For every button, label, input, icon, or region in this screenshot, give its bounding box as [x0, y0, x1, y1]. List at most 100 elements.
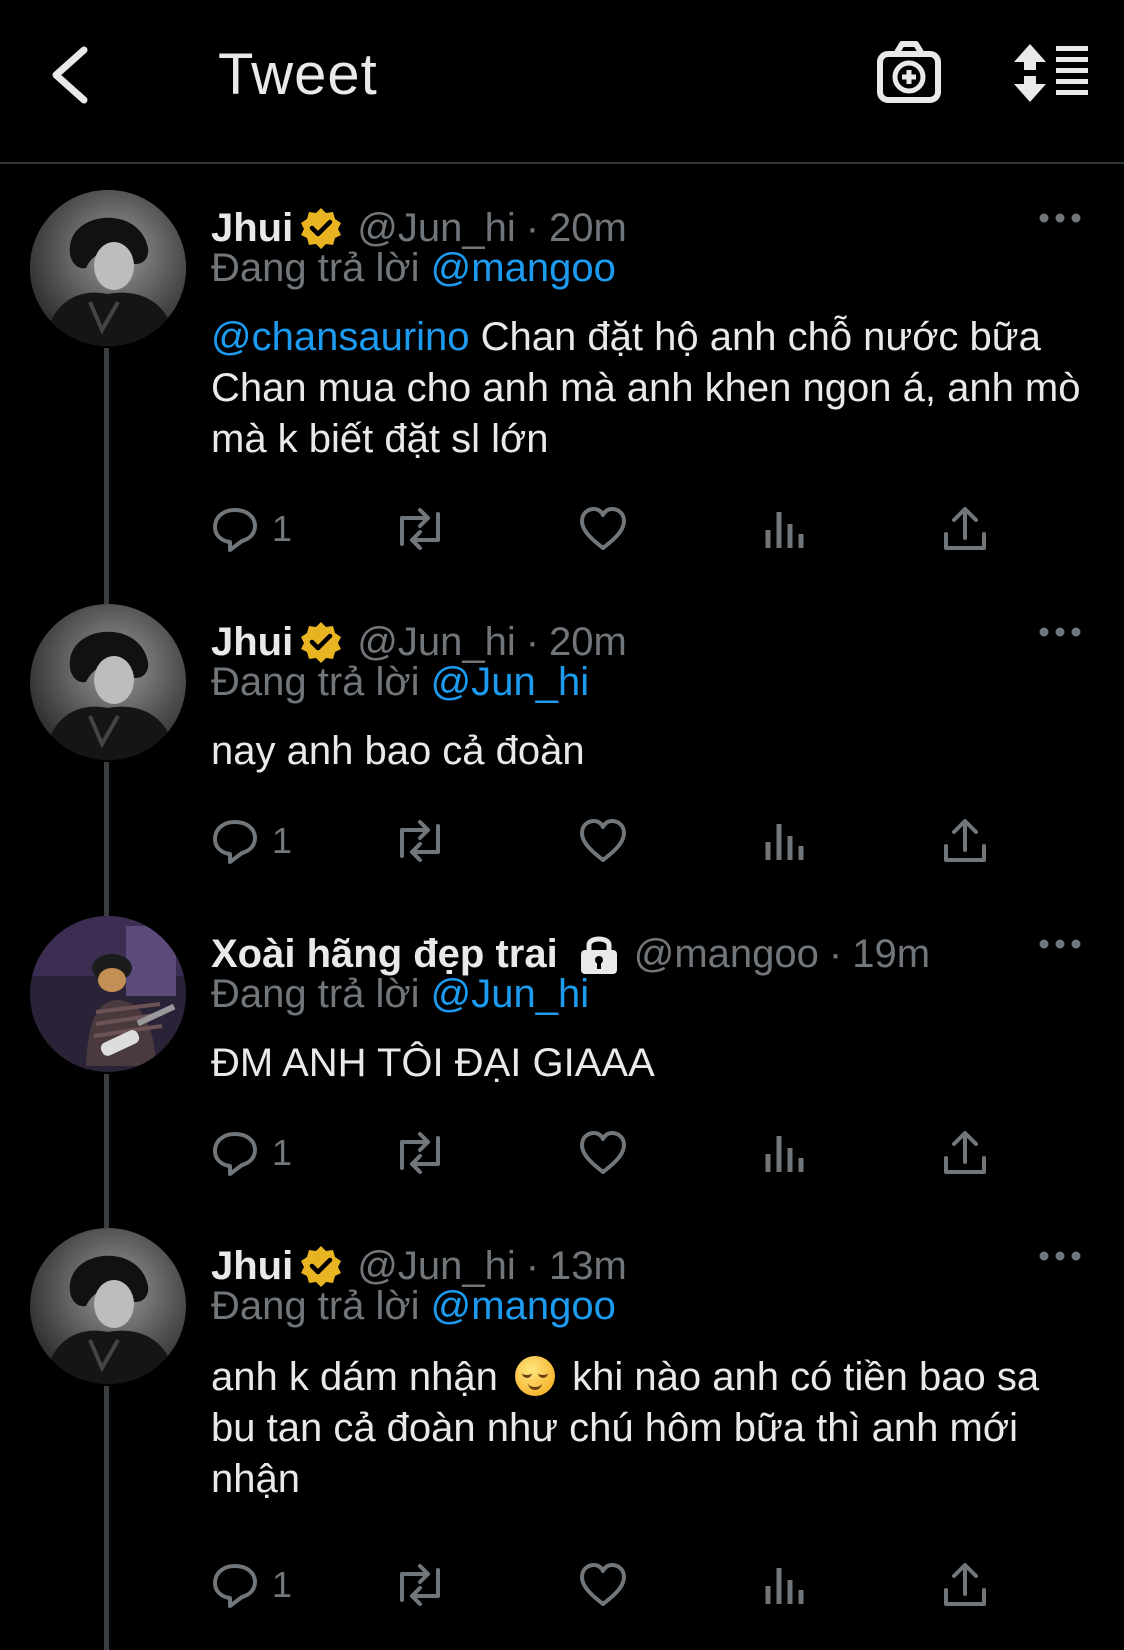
retweet-button[interactable] — [392, 1558, 448, 1612]
replying-to: Đang trả lời @mangoo — [211, 246, 616, 291]
replying-to-label: Đang trả lời — [211, 660, 420, 704]
reply-count: 1 — [272, 1564, 293, 1605]
sort-arrows-list-icon — [1014, 44, 1088, 102]
share-button[interactable] — [940, 502, 990, 556]
retweet-button[interactable] — [392, 1126, 448, 1180]
share-button[interactable] — [940, 814, 990, 868]
tweet-text: nay anh bao cả đoàn — [211, 729, 585, 773]
like-button[interactable] — [578, 814, 628, 868]
views-button[interactable] — [760, 502, 810, 556]
retweet-icon — [400, 508, 440, 550]
display-name[interactable]: Jhui — [211, 620, 293, 665]
bar-chart-icon — [765, 512, 804, 548]
reply-button[interactable]: 1 — [210, 1558, 292, 1612]
retweet-icon — [400, 820, 440, 862]
reply-count: 1 — [272, 1132, 293, 1173]
tweet-text: anh k dám nhận khi nào anh có tiền bao s… — [211, 1352, 1091, 1505]
share-button[interactable] — [940, 1558, 990, 1612]
chevron-left-icon — [52, 46, 88, 104]
replying-to: Đang trả lời @Jun_hi — [211, 660, 589, 705]
retweet-icon — [400, 1564, 440, 1606]
separator-dot: · — [525, 619, 540, 664]
sort-replies-button[interactable] — [1014, 42, 1092, 104]
user-handle[interactable]: @Jun_hi — [357, 1244, 515, 1289]
replying-to-label: Đang trả lời — [211, 1284, 420, 1328]
tweet[interactable]: Jhui @Jun_hi · 13m Đang trả lời @mangoo … — [0, 1228, 1124, 1650]
replying-to: Đang trả lời @Jun_hi — [211, 972, 589, 1017]
reply-bubble-icon — [213, 820, 257, 864]
back-button[interactable] — [40, 40, 100, 110]
heart-icon — [580, 507, 626, 550]
share-upload-icon — [944, 507, 986, 550]
more-dots-icon[interactable] — [1038, 930, 1082, 960]
retweet-button[interactable] — [392, 814, 448, 868]
user-handle[interactable]: @Jun_hi — [357, 206, 515, 251]
reply-count: 1 — [272, 820, 293, 861]
replying-to-mention[interactable]: @mangoo — [431, 246, 616, 290]
tweet[interactable]: Jhui @Jun_hi · 20m Đang trả lời @mangoo … — [0, 190, 1124, 570]
share-upload-icon — [944, 1131, 986, 1174]
tweet[interactable]: Xoài hãng đẹp trai @mangoo · 19m Đang tr… — [0, 916, 1124, 1216]
replying-to-mention[interactable]: @Jun_hi — [431, 972, 589, 1016]
tweet-text: ĐM ANH TÔI ĐẠI GIAAA — [211, 1041, 655, 1085]
views-button[interactable] — [760, 1558, 810, 1612]
top-bar: Tweet — [0, 0, 1124, 164]
separator-dot: · — [525, 1243, 540, 1288]
reply-bubble-icon — [213, 508, 257, 552]
display-name[interactable]: Jhui — [211, 206, 293, 251]
more-dots-icon[interactable] — [1038, 1242, 1082, 1272]
avatar[interactable] — [30, 190, 186, 346]
tweet-actions: 1 — [210, 1126, 1010, 1180]
reply-button[interactable]: 1 — [210, 1126, 292, 1180]
page-title: Tweet — [218, 42, 378, 107]
avatar[interactable] — [30, 604, 186, 760]
more-dots-icon[interactable] — [1038, 204, 1082, 234]
share-upload-icon — [944, 819, 986, 862]
text-mention[interactable]: @chansaurino — [211, 315, 470, 359]
avatar[interactable] — [30, 1228, 186, 1384]
user-handle[interactable]: @Jun_hi — [357, 620, 515, 665]
heart-icon — [580, 1563, 626, 1606]
reply-button[interactable]: 1 — [210, 814, 292, 868]
display-name[interactable]: Jhui — [211, 1244, 293, 1289]
verified-badge-icon — [301, 1246, 342, 1287]
reply-count: 1 — [272, 508, 293, 549]
separator-dot: · — [828, 931, 843, 976]
more-dots-icon[interactable] — [1038, 618, 1082, 648]
share-button[interactable] — [940, 1126, 990, 1180]
reply-bubble-icon — [213, 1132, 257, 1176]
share-upload-icon — [944, 1563, 986, 1606]
lock-icon — [580, 936, 617, 974]
tweet-actions: 1 — [210, 502, 1010, 556]
retweet-button[interactable] — [392, 502, 448, 556]
views-button[interactable] — [760, 814, 810, 868]
replying-to: Đang trả lời @mangoo — [211, 1284, 616, 1329]
tweet[interactable]: Jhui @Jun_hi · 20m Đang trả lời @Jun_hi … — [0, 604, 1124, 904]
separator-dot: · — [525, 205, 540, 250]
like-button[interactable] — [578, 1126, 628, 1180]
timestamp[interactable]: 20m — [549, 620, 627, 665]
replying-to-label: Đang trả lời — [211, 246, 420, 290]
reply-button[interactable]: 1 — [210, 502, 292, 556]
replying-to-mention[interactable]: @mangoo — [431, 1284, 616, 1328]
bar-chart-icon — [765, 1568, 804, 1604]
avatar[interactable] — [30, 916, 186, 1072]
replying-to-mention[interactable]: @Jun_hi — [431, 660, 589, 704]
tweet-actions: 1 — [210, 1558, 1010, 1612]
relieved-face-emoji — [515, 1356, 555, 1396]
display-name[interactable]: Xoài hãng đẹp trai — [211, 932, 558, 977]
reply-bubble-icon — [213, 1564, 257, 1608]
camera-plus-icon — [877, 41, 941, 103]
timestamp[interactable]: 20m — [549, 206, 627, 251]
views-button[interactable] — [760, 1126, 810, 1180]
retweet-icon — [400, 1132, 440, 1174]
like-button[interactable] — [578, 1558, 628, 1612]
bar-chart-icon — [765, 824, 804, 860]
user-handle[interactable]: @mangoo — [634, 932, 819, 977]
timestamp[interactable]: 13m — [549, 1244, 627, 1289]
timestamp[interactable]: 19m — [852, 932, 930, 977]
verified-badge-icon — [301, 622, 342, 663]
like-button[interactable] — [578, 502, 628, 556]
quote-camera-button[interactable] — [876, 38, 942, 108]
heart-icon — [580, 819, 626, 862]
